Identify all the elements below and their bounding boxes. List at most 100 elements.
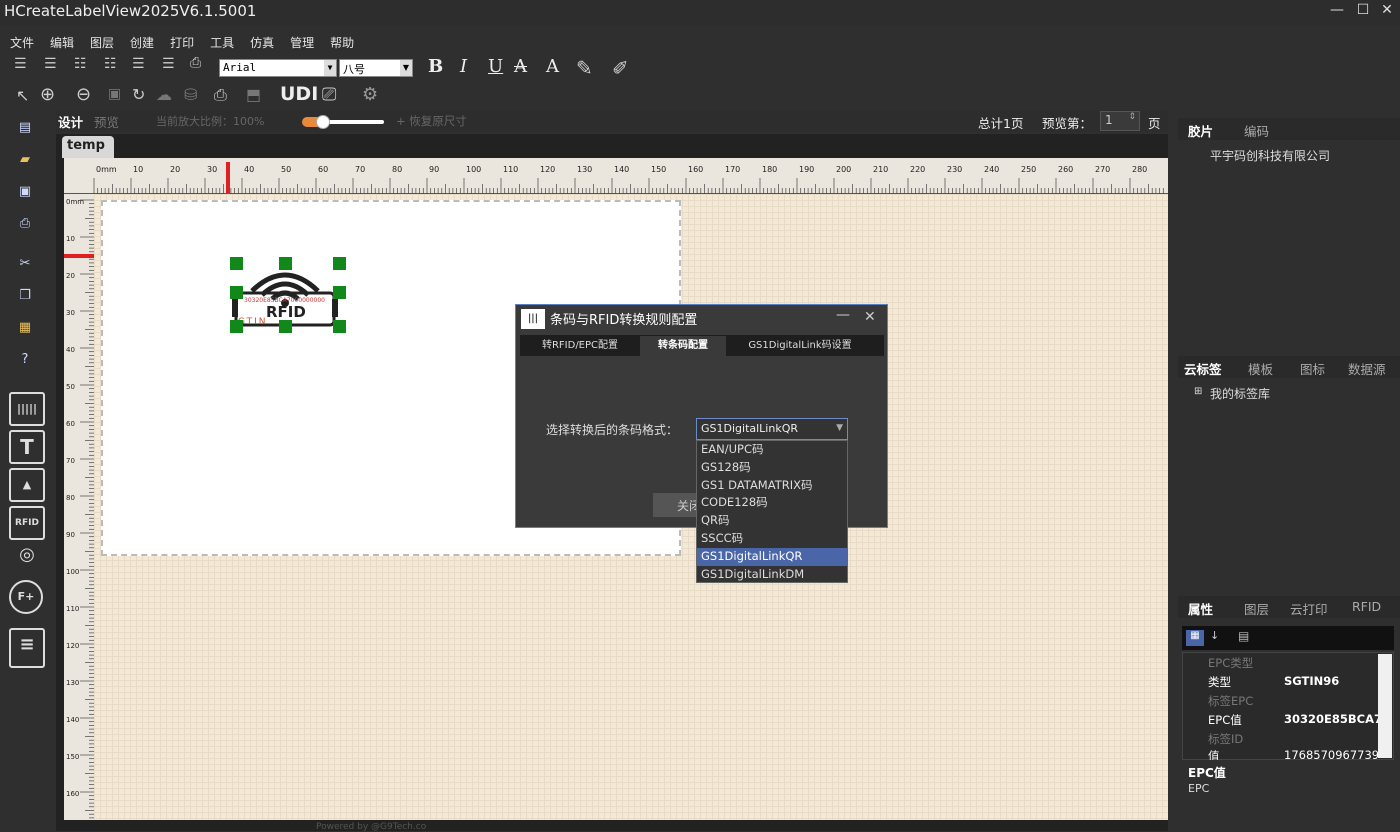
option-gs1-datamatrix[interactable]: GS1 DATAMATRIX码	[697, 477, 847, 495]
settings-icon[interactable]: ⚙	[362, 84, 378, 105]
document-tab[interactable]: temp	[62, 136, 114, 158]
resize-handle[interactable]	[230, 286, 243, 299]
print-icon[interactable]: ⎙	[190, 55, 201, 71]
menu-layer[interactable]: 图层	[90, 34, 114, 51]
rotate-icon[interactable]: ↻	[132, 85, 145, 104]
tab-properties[interactable]: 属性	[1188, 599, 1213, 618]
resize-handle[interactable]	[279, 257, 292, 270]
open-folder-icon[interactable]: ▰	[12, 152, 38, 178]
copy-icon[interactable]: ❐	[12, 288, 38, 314]
option-sscc[interactable]: SSCC码	[697, 530, 847, 548]
restore-size-button[interactable]: + 恢复原尺寸	[396, 113, 467, 129]
tab-template[interactable]: 模板	[1248, 359, 1273, 378]
spinner-arrows-icon[interactable]: ⇕	[1128, 112, 1136, 122]
expand-icon[interactable]: ⊞	[1194, 386, 1202, 397]
tab-encoding[interactable]: 编码	[1244, 121, 1269, 140]
prop-val-value[interactable]: 1768570967739	[1284, 748, 1378, 760]
dialog-close-button[interactable]: ✕	[864, 309, 876, 325]
align-left-icon[interactable]: ☰	[14, 56, 27, 72]
my-label-library[interactable]: 我的标签库	[1210, 385, 1270, 402]
menu-tools[interactable]: 工具	[210, 34, 234, 51]
menu-manage[interactable]: 管理	[290, 34, 314, 51]
option-gs128[interactable]: GS128码	[697, 459, 847, 477]
format-dropdown[interactable]: GS1DigitalLinkQR ▼	[696, 418, 848, 440]
tab-rfid-epc-config[interactable]: 转RFID/EPC配置	[524, 336, 636, 356]
image-tool-icon[interactable]: ▲	[9, 468, 45, 502]
resize-handle[interactable]	[333, 257, 346, 270]
text-tool-icon[interactable]: T	[9, 430, 45, 464]
option-gs1-digitallink-qr[interactable]: GS1DigitalLinkQR	[697, 547, 847, 566]
property-scrollbar[interactable]	[1378, 654, 1392, 758]
menu-print[interactable]: 打印	[170, 34, 194, 51]
tab-cloud-print[interactable]: 云打印	[1290, 599, 1328, 618]
sort-az-icon[interactable]: ↓	[1210, 629, 1219, 642]
menu-create[interactable]: 创建	[130, 34, 154, 51]
zoom-slider[interactable]	[302, 115, 384, 129]
zoom-out-icon[interactable]: ⊖	[76, 84, 91, 105]
help-icon[interactable]: ?	[12, 352, 38, 378]
close-dialog-button[interactable]: 关闭	[653, 493, 701, 517]
prop-val-epc[interactable]: 30320E85BCA71C	[1284, 712, 1378, 730]
group-label-id[interactable]: 标签ID	[1182, 731, 1378, 749]
group-epc-type[interactable]: EPC类型	[1182, 655, 1378, 673]
resize-handle[interactable]	[230, 320, 243, 333]
italic-button[interactable]: I	[460, 56, 467, 77]
font-family-select[interactable]: Arial ▼	[219, 59, 337, 77]
numbered-list-icon[interactable]: ☷	[104, 56, 117, 72]
menu-help[interactable]: 帮助	[330, 34, 354, 51]
resize-handle[interactable]	[230, 257, 243, 270]
barcode-tool-icon[interactable]: |||||	[9, 392, 45, 426]
save-icon[interactable]: ▣	[12, 184, 38, 210]
tab-layers[interactable]: 图层	[1244, 599, 1269, 618]
shape-tool-icon[interactable]: ◎	[9, 540, 45, 574]
bold-button[interactable]: B	[428, 56, 443, 77]
company-item[interactable]: 平宇码创科技有限公司	[1210, 147, 1330, 164]
tab-preview[interactable]: 预览	[94, 112, 119, 131]
option-ean-upc[interactable]: EAN/UPC码	[697, 441, 847, 459]
tab-digitallink-config[interactable]: GS1DigitalLink码设置	[730, 336, 870, 356]
option-code128[interactable]: CODE128码	[697, 494, 847, 512]
distribute-icon[interactable]: ☰	[162, 56, 175, 72]
print-icon[interactable]: ⎙	[12, 216, 38, 242]
close-button[interactable]: ✕	[1376, 2, 1398, 22]
box-icon[interactable]: ⬒	[246, 85, 261, 104]
justify-icon[interactable]: ☰	[132, 56, 145, 72]
resize-handle[interactable]	[333, 286, 346, 299]
dialog-minimize-button[interactable]: —	[836, 307, 850, 323]
pointer-icon[interactable]: ↖	[16, 86, 29, 105]
udi-button[interactable]: UDI	[280, 83, 318, 105]
list-icon[interactable]: ☷	[74, 56, 87, 72]
tab-datasource[interactable]: 数据源	[1348, 359, 1386, 378]
document-tool-icon[interactable]: ≡	[9, 628, 45, 668]
option-qr[interactable]: QR码	[697, 512, 847, 530]
resize-handle[interactable]	[279, 320, 292, 333]
rfid-element[interactable]: 30320E85BCA7000000000 RFID GTIN	[230, 257, 346, 333]
menu-file[interactable]: 文件	[10, 34, 34, 51]
tab-cloud-label[interactable]: 云标签	[1184, 359, 1222, 378]
align-right-icon[interactable]: ☰	[44, 56, 57, 72]
categorized-icon[interactable]: ▦	[1186, 630, 1204, 646]
option-gs1-digitallink-dm[interactable]: GS1DigitalLinkDM	[697, 566, 847, 584]
printer-icon[interactable]: ⎙	[214, 85, 227, 105]
property-pages-icon[interactable]: ▤	[1238, 629, 1249, 643]
cut-icon[interactable]: ✂	[12, 256, 38, 282]
new-file-icon[interactable]: ▤	[12, 120, 38, 146]
tab-icons[interactable]: 图标	[1300, 359, 1325, 378]
rfid-tool-icon[interactable]: RFID	[9, 506, 45, 540]
menu-simulate[interactable]: 仿真	[250, 34, 274, 51]
strikethrough-button[interactable]: A	[514, 56, 527, 77]
maximize-button[interactable]: ☐	[1352, 2, 1374, 22]
camera-icon[interactable]: ⎚	[322, 84, 336, 105]
copy-icon[interactable]: ▣	[108, 86, 121, 102]
tab-film[interactable]: 胶片	[1188, 121, 1213, 140]
paint-icon[interactable]: ✐	[612, 56, 629, 80]
underline-button[interactable]: U	[488, 56, 503, 77]
tab-rfid[interactable]: RFID	[1352, 599, 1381, 614]
page-spinner[interactable]: 1 ⇕	[1100, 111, 1140, 131]
font-style-button[interactable]: A	[546, 56, 559, 77]
database-icon[interactable]: ⛁	[184, 85, 197, 104]
eraser-icon[interactable]: ✎	[576, 56, 593, 80]
group-label-epc[interactable]: 标签EPC	[1182, 693, 1378, 711]
zoom-slider-thumb[interactable]	[316, 115, 330, 129]
tab-barcode-config[interactable]: 转条码配置	[640, 336, 726, 356]
